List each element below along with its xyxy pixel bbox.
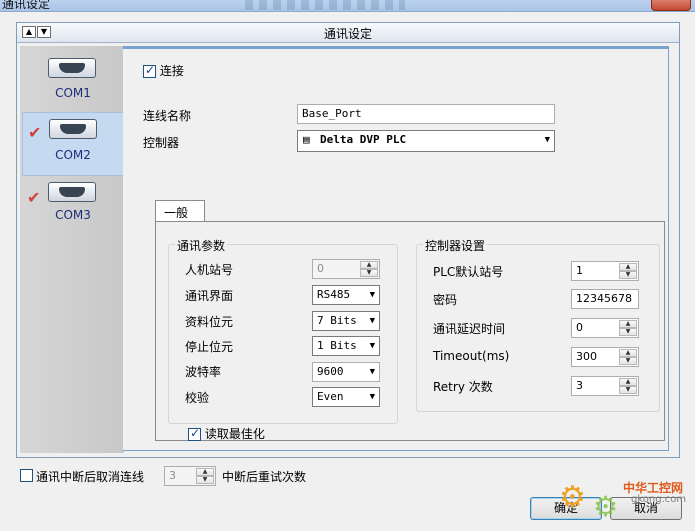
retry-count-label: 中断后重试次数 — [222, 470, 307, 484]
window-title: 通讯设定 — [2, 0, 51, 11]
connection-name-label: 连线名称 — [143, 109, 192, 123]
optimize-checkbox-row[interactable]: 读取最佳化 — [188, 425, 265, 442]
plc-icon: ▤ — [303, 133, 310, 146]
decrement-icon[interactable]: ▼ — [619, 271, 637, 279]
timeout-value: 300 — [576, 350, 597, 363]
watermark-logo: ⚙ ⚙ 中华工控网 gkong.com — [555, 476, 695, 531]
cancel-on-break-checkbox[interactable] — [20, 469, 33, 482]
gear-icon: ⚙ — [593, 490, 619, 523]
databits-label: 资料位元 — [185, 315, 234, 329]
port-settings-panel: 连接 连线名称 Base_Port 控制器 ▤ Delta DVP PLC ▼ … — [123, 46, 669, 451]
controller-select[interactable]: ▤ Delta DVP PLC ▼ — [297, 130, 555, 152]
increment-icon[interactable]: ▲ — [619, 320, 637, 328]
controller-label: 控制器 — [143, 136, 180, 150]
serial-port-icon — [48, 182, 96, 202]
retry-stepper[interactable]: 3 ▲ ▼ — [571, 376, 639, 396]
interface-select[interactable]: RS485 ▼ — [312, 285, 380, 305]
tab-general[interactable]: 一般 — [155, 200, 205, 222]
window-titlebar: 通讯设定 — [0, 0, 695, 12]
port-item-com3[interactable]: ✔ COM3 — [22, 178, 124, 242]
decrement-icon[interactable]: ▼ — [360, 269, 378, 277]
connect-checkbox[interactable] — [143, 63, 156, 78]
titlebar-toolbar — [245, 0, 405, 10]
delay-stepper[interactable]: 0 ▲ ▼ — [571, 318, 639, 338]
timeout-stepper[interactable]: 300 ▲ ▼ — [571, 347, 639, 367]
cancel-on-break-label: 通讯中断后取消连线 — [36, 470, 145, 484]
footer-options: 通讯中断后取消连线 3 ▲ ▼ 中断后重试次数 — [20, 466, 306, 486]
password-label: 密码 — [433, 293, 458, 307]
baud-label: 波特率 — [185, 365, 222, 379]
parity-value: Even — [317, 390, 344, 403]
port-label: COM1 — [55, 86, 91, 100]
controller-settings-group: 控制器设置 PLC默认站号 1 ▲ ▼ 密码 12345678 通讯延迟时间 0 … — [416, 237, 660, 412]
section-title: 通讯设定 — [323, 27, 372, 41]
plc-station-value: 1 — [576, 264, 583, 277]
plc-station-label: PLC默认站号 — [433, 265, 504, 279]
timeout-label: Timeout(ms) — [433, 349, 510, 363]
serial-port-icon — [49, 119, 97, 139]
station-label: 人机站号 — [185, 263, 234, 277]
port-item-com1[interactable]: COM1 — [22, 50, 124, 114]
decrement-icon[interactable]: ▼ — [619, 328, 637, 336]
increment-icon[interactable]: ▲ — [619, 349, 637, 357]
baud-select[interactable]: 9600 ▼ — [312, 362, 380, 382]
delay-value: 0 — [576, 321, 583, 334]
databits-select[interactable]: 7 Bits ▼ — [312, 311, 380, 331]
databits-value: 7 Bits — [317, 314, 357, 327]
password-input[interactable]: 12345678 — [571, 289, 639, 309]
stopbits-value: 1 Bits — [317, 339, 357, 352]
settings-frame: ▲ ▼ 通讯设定 COM1 ✔ COM2 ✔ COM3 连接 连线名称 Base… — [16, 22, 680, 458]
chevron-down-icon: ▼ — [544, 135, 550, 145]
watermark-site: gkong.com — [631, 494, 687, 505]
plc-station-stepper[interactable]: 1 ▲ ▼ — [571, 261, 639, 281]
chevron-down-icon: ▼ — [369, 367, 375, 377]
port-item-com2[interactable]: ✔ COM2 — [22, 112, 124, 176]
retry-count-value: 3 — [169, 469, 176, 482]
chevron-down-icon: ▼ — [369, 290, 375, 300]
port-label: COM3 — [55, 208, 91, 222]
chevron-down-icon: ▼ — [369, 341, 375, 351]
parity-label: 校验 — [185, 391, 210, 405]
interface-label: 通讯界面 — [185, 289, 234, 303]
connection-name-input[interactable]: Base_Port — [297, 104, 555, 124]
connect-checkbox-row[interactable]: 连接 — [143, 62, 184, 79]
decrement-icon[interactable]: ▼ — [196, 476, 214, 484]
parity-select[interactable]: Even ▼ — [312, 387, 380, 407]
stopbits-select[interactable]: 1 Bits ▼ — [312, 336, 380, 356]
port-label: COM2 — [55, 148, 91, 162]
delay-label: 通讯延迟时间 — [433, 322, 506, 336]
retry-label: Retry 次数 — [433, 380, 493, 394]
retry-count-stepper[interactable]: 3 ▲ ▼ — [164, 466, 216, 486]
comm-params-title: 通讯参数 — [175, 237, 228, 254]
controller-value: Delta DVP PLC — [320, 133, 407, 146]
increment-icon[interactable]: ▲ — [619, 263, 637, 271]
station-value: 0 — [317, 262, 324, 275]
comm-params-group: 通讯参数 人机站号 0 ▲ ▼ 通讯界面 RS485 ▼ 资料位元 7 Bits … — [168, 237, 398, 424]
section-header: ▲ ▼ 通讯设定 — [17, 23, 679, 43]
retry-value: 3 — [576, 379, 583, 392]
gear-icon: ⚙ — [559, 480, 586, 515]
increment-icon[interactable]: ▲ — [196, 468, 214, 476]
serial-port-icon — [48, 58, 96, 78]
stopbits-label: 停止位元 — [185, 340, 234, 354]
port-list: COM1 ✔ COM2 ✔ COM3 — [20, 46, 124, 453]
optimize-checkbox[interactable] — [188, 426, 201, 441]
baud-value: 9600 — [317, 365, 344, 378]
increment-icon[interactable]: ▲ — [360, 261, 378, 269]
connect-label: 连接 — [159, 64, 184, 78]
increment-icon[interactable]: ▲ — [619, 378, 637, 386]
decrement-icon[interactable]: ▼ — [619, 386, 637, 394]
interface-value: RS485 — [317, 288, 351, 301]
controller-settings-title: 控制器设置 — [423, 237, 488, 254]
optimize-label: 读取最佳化 — [204, 427, 265, 441]
tab-general-content: 通讯参数 人机站号 0 ▲ ▼ 通讯界面 RS485 ▼ 资料位元 7 Bits … — [155, 221, 665, 441]
checkmark-icon: ✔ — [27, 188, 41, 207]
decrement-icon[interactable]: ▼ — [619, 357, 637, 365]
chevron-down-icon: ▼ — [369, 316, 375, 326]
checkmark-icon: ✔ — [28, 123, 42, 142]
close-button[interactable] — [651, 0, 691, 11]
chevron-down-icon: ▼ — [369, 392, 375, 402]
station-stepper[interactable]: 0 ▲ ▼ — [312, 259, 380, 279]
